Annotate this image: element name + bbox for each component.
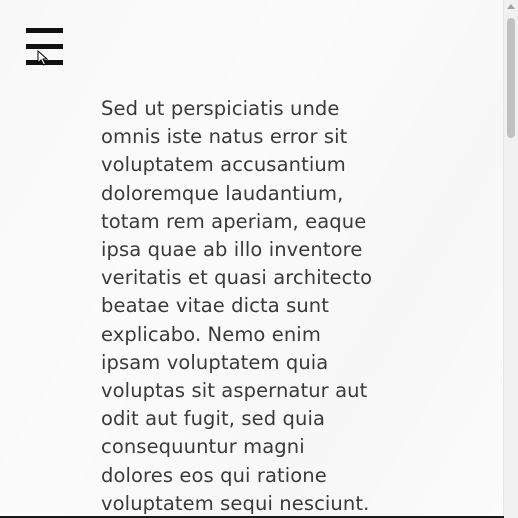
paragraph-line: voluptatem sequi nesciunt. [101, 491, 370, 515]
paragraph-line: voluptatem accusantium [101, 153, 346, 177]
page-viewport: Sed ut perspiciatis unde omnis iste natu… [0, 0, 518, 518]
paragraph-line: doloremque laudantium, [101, 181, 344, 205]
paragraph-line: beatae vitae dicta sunt [101, 294, 329, 318]
paragraph-line: totam rem aperiam, eaque [101, 209, 367, 233]
menu-bar-top [26, 28, 63, 33]
menu-bar-middle [26, 44, 63, 49]
scrollbar-thumb[interactable] [507, 18, 515, 138]
paragraph-line: omnis iste natus error sit [101, 125, 348, 149]
paragraph-line: Sed ut perspiciatis unde [101, 97, 340, 120]
paragraph-line: ipsam voluptatem quia [101, 350, 329, 374]
paragraph-line: odit aut fugit, sed quia [101, 407, 326, 431]
paragraph-line: dolores eos qui ratione [101, 463, 327, 487]
article-paragraph: Sed ut perspiciatis unde omnis iste natu… [101, 95, 401, 518]
scroll-up-arrow-icon[interactable] [507, 4, 515, 9]
mouse-pointer-icon [37, 50, 49, 66]
paragraph-line: voluptas sit aspernatur aut [101, 379, 368, 403]
article-content: Sed ut perspiciatis unde omnis iste natu… [101, 95, 401, 518]
paragraph-line: explicabo. Nemo enim [101, 322, 321, 346]
paragraph-line: consequuntur magni [101, 435, 305, 459]
paragraph-line: ipsa quae ab illo inventore [101, 238, 363, 262]
vertical-scrollbar[interactable] [503, 0, 518, 518]
paragraph-line: veritatis et quasi architecto [101, 266, 373, 290]
